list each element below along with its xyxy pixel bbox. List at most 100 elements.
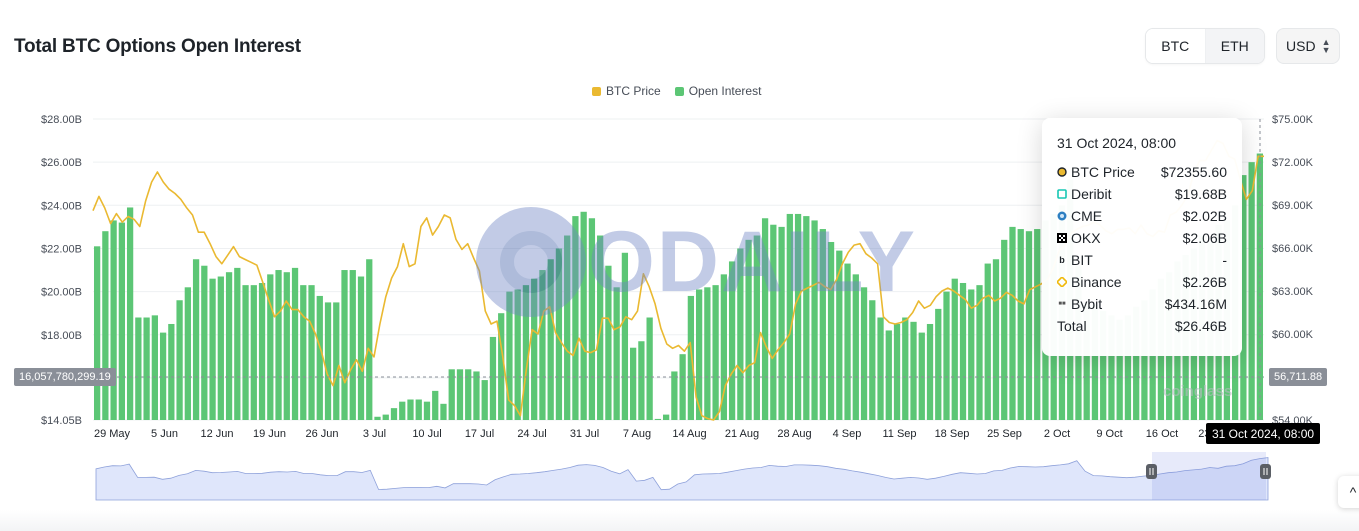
bit-icon: b bbox=[1059, 255, 1065, 265]
oi-bar bbox=[184, 287, 191, 420]
tooltip-row-deribit: Deribit $19.68B bbox=[1057, 183, 1227, 205]
oi-bar bbox=[943, 291, 950, 420]
oi-bar bbox=[1025, 231, 1033, 420]
x-tick: 18 Sep bbox=[935, 428, 970, 440]
oi-bar bbox=[794, 213, 802, 420]
oi-bar bbox=[910, 321, 917, 420]
oi-bar bbox=[572, 216, 579, 420]
y-left-tick: $24.00B bbox=[41, 200, 82, 212]
y-right-tick: $66.00K bbox=[1272, 243, 1314, 255]
tooltip-row-bit: b BIT - bbox=[1057, 249, 1227, 271]
oi-bar bbox=[918, 332, 925, 420]
oi-bar bbox=[407, 399, 414, 420]
oi-bar bbox=[728, 261, 736, 420]
tooltip-row-bybit: ■■ Bybit $434.16M bbox=[1058, 296, 1227, 312]
crosshair-left-value: 16,057,780,299.19 bbox=[14, 368, 116, 386]
x-tick: 21 Aug bbox=[725, 428, 759, 440]
oi-bar bbox=[159, 332, 167, 420]
x-tick: 24 Jul bbox=[517, 428, 546, 440]
oi-bar bbox=[646, 317, 653, 420]
oi-bar bbox=[1009, 226, 1016, 420]
oi-bar bbox=[489, 336, 497, 420]
oi-bar bbox=[481, 380, 488, 420]
oi-bar bbox=[168, 323, 175, 420]
oi-bar bbox=[242, 285, 249, 420]
x-tick: 29 May bbox=[94, 428, 131, 440]
tooltip-row-btc-price: BTC Price $72355.60 bbox=[1057, 161, 1227, 183]
oi-bar bbox=[143, 317, 150, 420]
okx-icon bbox=[1057, 233, 1067, 243]
oi-bar bbox=[118, 222, 125, 420]
oi-bar bbox=[984, 263, 991, 420]
oi-bar bbox=[662, 414, 670, 420]
oi-bar bbox=[201, 265, 208, 420]
oi-bar bbox=[1001, 239, 1008, 420]
oi-bar bbox=[803, 216, 810, 420]
oi-bar bbox=[679, 354, 686, 420]
oi-bar bbox=[745, 239, 752, 420]
y-right-tick: $75.00K bbox=[1272, 114, 1314, 126]
x-tick: 5 Jun bbox=[151, 428, 178, 440]
oi-bar bbox=[761, 218, 769, 420]
btc-dot-icon bbox=[1057, 167, 1067, 177]
oi-bar bbox=[753, 235, 760, 420]
oi-bar bbox=[1248, 162, 1255, 421]
y-left-tick: $18.00B bbox=[41, 330, 82, 342]
y-right-tick: $60.00K bbox=[1272, 329, 1314, 341]
oi-bar bbox=[935, 308, 942, 420]
oi-bar bbox=[770, 224, 777, 420]
oi-bar bbox=[654, 418, 662, 420]
navigator-area bbox=[95, 457, 1269, 501]
y-right-tick: $69.00K bbox=[1272, 200, 1314, 212]
oi-bar bbox=[926, 323, 934, 420]
oi-bar bbox=[126, 207, 134, 420]
oi-bar bbox=[959, 282, 967, 420]
oi-bar bbox=[93, 246, 101, 420]
oi-bar bbox=[423, 401, 431, 420]
oi-bar bbox=[860, 287, 868, 420]
chevron-up-icon: ^ bbox=[1349, 484, 1357, 500]
oi-bar bbox=[968, 289, 975, 420]
oi-bar bbox=[588, 218, 596, 420]
x-tick: 7 Aug bbox=[623, 428, 651, 440]
navigator-handle-left[interactable] bbox=[1146, 464, 1157, 479]
scroll-top-button[interactable]: ^ bbox=[1338, 476, 1359, 508]
oi-bar bbox=[308, 285, 315, 420]
tooltip-row-total: Total $26.46B bbox=[1057, 318, 1227, 334]
oi-bar bbox=[992, 259, 1000, 420]
oi-bar bbox=[605, 265, 612, 420]
y-left-tick: $14.05B bbox=[41, 415, 82, 427]
coinglass-watermark: coinglass bbox=[1163, 383, 1233, 400]
x-tick: 14 Aug bbox=[672, 428, 706, 440]
oi-bar bbox=[621, 252, 629, 420]
oi-bar bbox=[844, 263, 851, 420]
oi-bar bbox=[275, 270, 282, 420]
tooltip-row-okx: OKX $2.06B bbox=[1057, 227, 1227, 249]
oi-bar bbox=[390, 408, 398, 420]
oi-bar bbox=[547, 259, 554, 420]
crosshair-date: 31 Oct 2024, 08:00 bbox=[1206, 423, 1321, 444]
y-left-tick: $28.00B bbox=[41, 114, 82, 126]
x-tick: 2 Oct bbox=[1044, 428, 1070, 440]
y-left-tick: $26.00B bbox=[41, 157, 82, 169]
oi-bar bbox=[415, 399, 422, 420]
oi-bar bbox=[382, 414, 389, 420]
oi-bar bbox=[283, 272, 290, 420]
oi-bar bbox=[250, 285, 257, 420]
oi-bar bbox=[341, 270, 348, 420]
navigator-handle-right[interactable] bbox=[1260, 464, 1271, 479]
x-tick: 11 Sep bbox=[882, 428, 916, 440]
x-tick: 25 Sep bbox=[987, 428, 1022, 440]
oi-bar bbox=[151, 315, 158, 420]
oi-bar bbox=[704, 287, 711, 420]
oi-bar bbox=[869, 300, 876, 420]
oi-bar bbox=[374, 416, 381, 420]
x-tick: 3 Jul bbox=[363, 428, 386, 440]
x-axis: 29 May 5 Jun 12 Jun 19 Jun 26 Jun 3 Jul 10 Jul… bbox=[94, 428, 1231, 440]
oi-bar bbox=[192, 259, 200, 420]
oi-bar bbox=[135, 317, 142, 420]
oi-bar bbox=[630, 347, 637, 420]
oi-bar bbox=[176, 300, 183, 420]
oi-bar bbox=[712, 285, 719, 420]
y-left-tick: $22.00B bbox=[41, 243, 82, 255]
